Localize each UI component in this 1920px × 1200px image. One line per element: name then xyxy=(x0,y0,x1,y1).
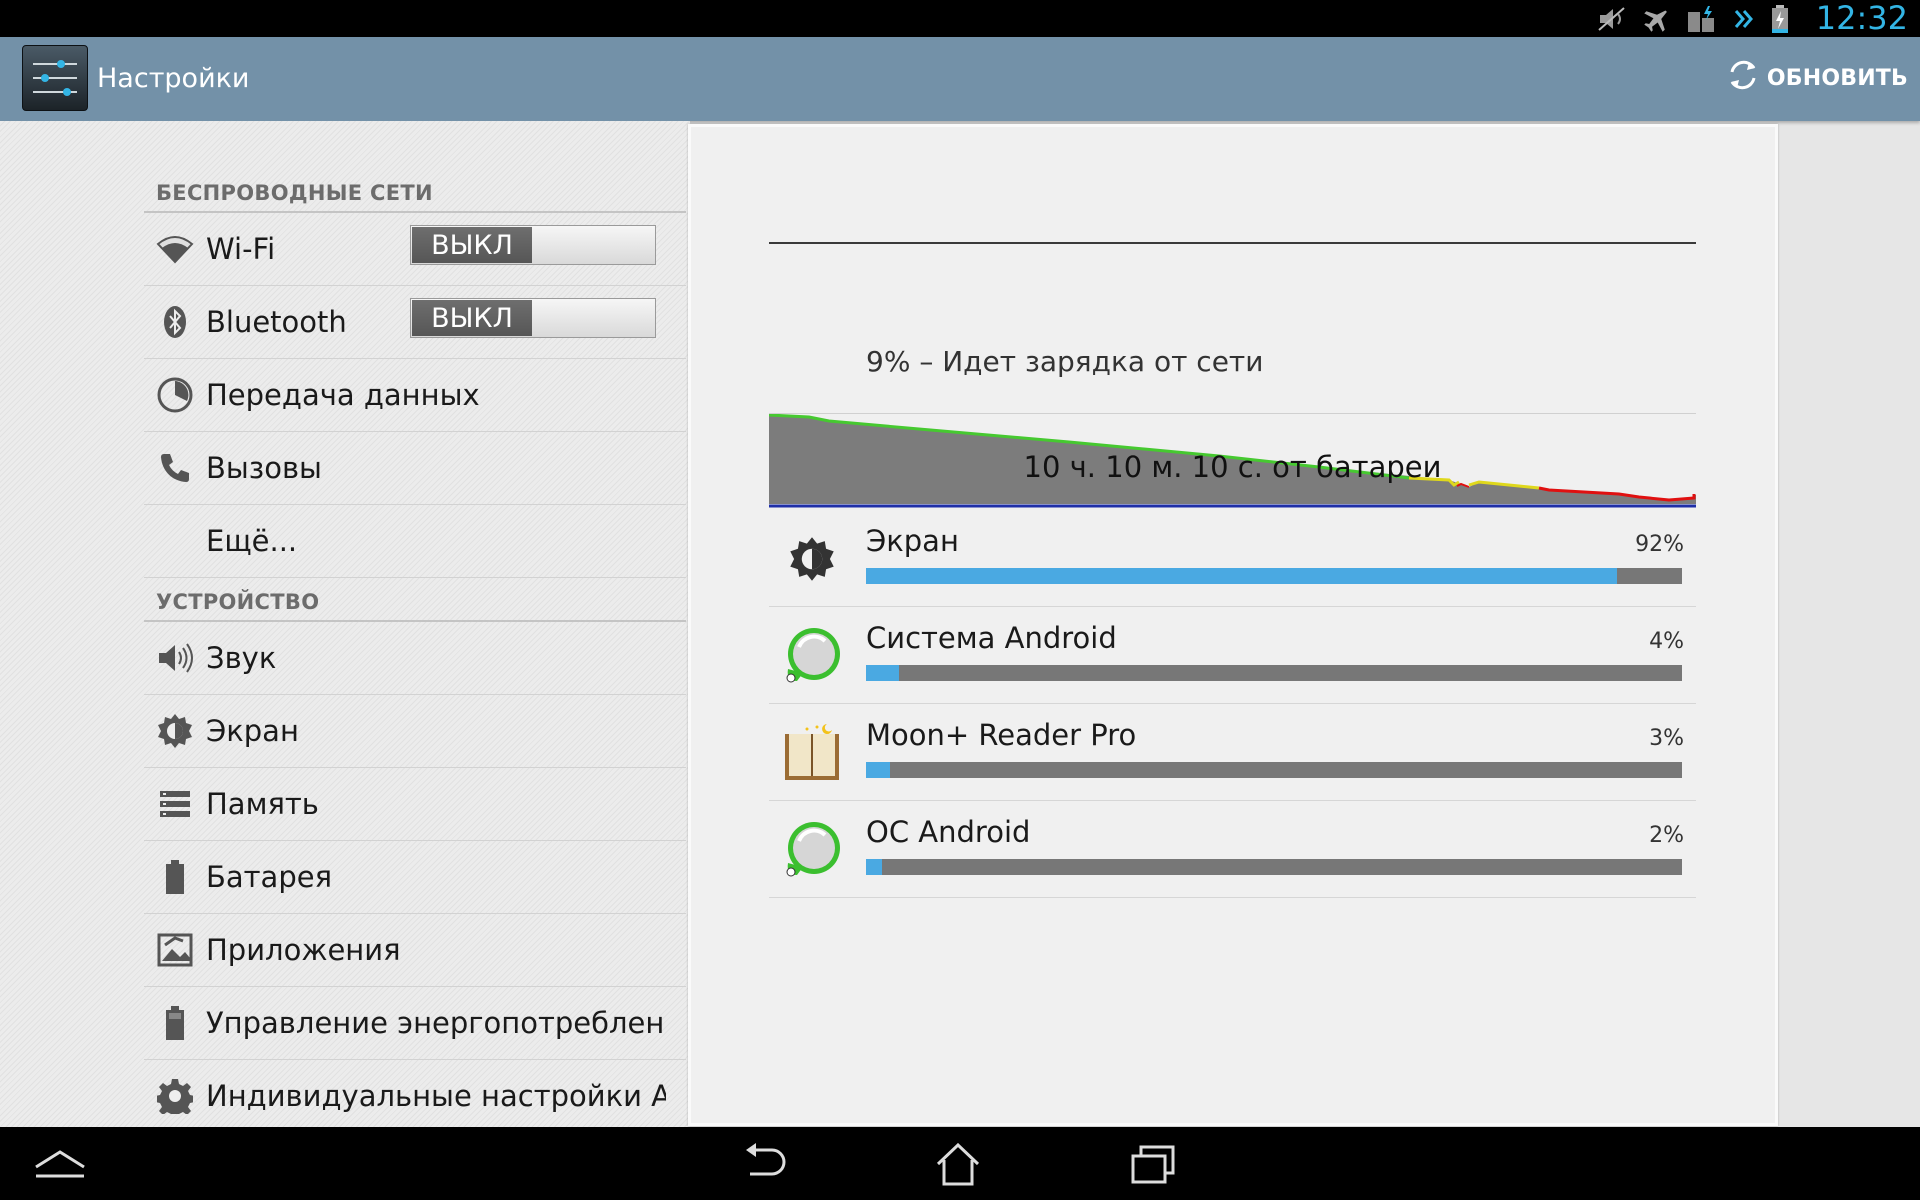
settings-item-label: Управление энергопотреблени xyxy=(206,1006,666,1040)
mute-icon xyxy=(1596,5,1628,33)
storage-icon xyxy=(144,789,206,819)
back-icon[interactable] xyxy=(725,1135,805,1193)
settings-list: БЕСПРОВОДНЫЕ СЕТИ Wi-Fi ВЫКЛ Bluetooth В… xyxy=(144,169,686,1133)
battery-summary[interactable]: 9% – Идет зарядка от сети xyxy=(866,345,1263,378)
recent-apps-icon[interactable] xyxy=(1114,1135,1194,1193)
app-title: Настройки xyxy=(97,63,250,94)
wifi-toggle[interactable]: ВЫКЛ xyxy=(410,225,656,265)
refresh-label: ОБНОВИТЬ xyxy=(1766,65,1908,91)
settings-item-data-usage[interactable]: Передача данных xyxy=(144,359,686,432)
settings-item-label: Вызовы xyxy=(206,451,322,485)
battery-icon xyxy=(144,859,206,895)
settings-item-apps[interactable]: Приложения xyxy=(144,914,686,987)
settings-item-calls[interactable]: Вызовы xyxy=(144,432,686,505)
brightness-icon xyxy=(781,528,843,590)
settings-item-sound[interactable]: Звук xyxy=(144,622,686,695)
up-chevron-icon[interactable] xyxy=(20,1135,100,1193)
usage-name: Система Android xyxy=(866,621,1117,655)
settings-item-label: Батарея xyxy=(206,860,333,894)
settings-item-storage[interactable]: Память xyxy=(144,768,686,841)
usage-percent: 4% xyxy=(1649,629,1684,654)
apps-icon xyxy=(144,933,206,967)
settings-item-label: Экран xyxy=(206,714,299,748)
settings-item-label: Звук xyxy=(206,641,277,675)
settings-item-label: Приложения xyxy=(206,933,401,967)
usage-bar xyxy=(866,665,1682,681)
book-icon xyxy=(781,722,843,784)
action-bar: Настройки ОБНОВИТЬ xyxy=(0,37,1920,121)
refresh-icon xyxy=(1725,56,1761,100)
wifi-toggle-state: ВЫКЛ xyxy=(412,227,532,263)
phone-icon xyxy=(144,451,206,485)
usage-bar-fill xyxy=(866,665,899,681)
settings-item-more[interactable]: Ещё... xyxy=(144,505,686,578)
usage-percent: 3% xyxy=(1649,726,1684,751)
android-os-icon xyxy=(781,819,843,881)
settings-item-label: Ещё... xyxy=(206,524,298,558)
bluetooth-icon xyxy=(144,305,206,339)
home-icon[interactable] xyxy=(918,1135,998,1193)
battery-saver-icon xyxy=(1686,4,1718,34)
power-management-icon xyxy=(144,1005,206,1041)
usage-row-screen[interactable]: Экран 92% xyxy=(769,510,1696,607)
settings-item-label: Память xyxy=(206,787,319,821)
settings-item-custom-settings[interactable]: Индивидуальные настройки A xyxy=(144,1060,686,1133)
bluetooth-toggle-state: ВЫКЛ xyxy=(412,300,532,336)
settings-list-pane: БЕСПРОВОДНЫЕ СЕТИ Wi-Fi ВЫКЛ Bluetooth В… xyxy=(0,121,690,1133)
data-usage-icon xyxy=(144,377,206,413)
usage-name: Moon+ Reader Pro xyxy=(866,718,1137,752)
usage-percent: 2% xyxy=(1649,823,1684,848)
status-icons xyxy=(1596,4,1790,34)
usage-row-moon-reader[interactable]: Moon+ Reader Pro 3% xyxy=(769,704,1696,801)
bluetooth-toggle[interactable]: ВЫКЛ xyxy=(410,298,656,338)
status-bar: 12:32 xyxy=(0,0,1920,37)
brightness-icon xyxy=(144,713,206,749)
settings-item-label: Передача данных xyxy=(206,378,480,412)
usage-bar-fill xyxy=(866,762,891,778)
usage-row-android-os[interactable]: ОС Android 2% xyxy=(769,801,1696,898)
refresh-button[interactable]: ОБНОВИТЬ xyxy=(1725,55,1908,101)
battery-time-label: 10 ч. 10 м. 10 с. от батареи xyxy=(1023,450,1442,484)
divider xyxy=(769,242,1696,244)
usage-bar-fill xyxy=(866,859,883,875)
usage-percent: 92% xyxy=(1635,532,1684,557)
android-system-icon xyxy=(781,625,843,687)
section-header-wireless: БЕСПРОВОДНЫЕ СЕТИ xyxy=(144,169,686,213)
battery-usage-panel: 9% – Идет зарядка от сети 10 ч. 10 м. 10… xyxy=(688,124,1778,1126)
settings-item-display[interactable]: Экран xyxy=(144,695,686,768)
wifi-icon xyxy=(144,234,206,264)
settings-sliders-icon[interactable] xyxy=(22,45,88,111)
usage-bar xyxy=(866,568,1682,584)
usage-bar-fill xyxy=(866,568,1617,584)
airplane-mode-icon xyxy=(1642,5,1672,33)
settings-item-bluetooth[interactable]: Bluetooth ВЫКЛ xyxy=(144,286,686,359)
navigation-bar xyxy=(0,1127,1920,1200)
gear-icon xyxy=(144,1078,206,1114)
battery-history-graph[interactable]: 10 ч. 10 м. 10 с. от батареи xyxy=(768,413,1696,509)
settings-item-wifi[interactable]: Wi-Fi ВЫКЛ xyxy=(144,213,686,286)
settings-item-power-management[interactable]: Управление энергопотреблени xyxy=(144,987,686,1060)
usage-name: ОС Android xyxy=(866,815,1031,849)
usage-list: Экран 92% Система Android 4% Moon+ Reade… xyxy=(769,510,1696,898)
section-header-device: УСТРОЙСТВО xyxy=(144,578,686,622)
usage-bar xyxy=(866,859,1682,875)
usage-row-android-system[interactable]: Система Android 4% xyxy=(769,607,1696,704)
speaker-icon xyxy=(144,641,206,675)
clock: 12:32 xyxy=(1815,0,1908,37)
battery-charging-icon xyxy=(1770,4,1790,34)
settings-item-battery[interactable]: Батарея xyxy=(144,841,686,914)
settings-item-label: Индивидуальные настройки A xyxy=(206,1079,666,1113)
overflow-arrows-icon xyxy=(1732,5,1756,33)
usage-bar xyxy=(866,762,1682,778)
usage-name: Экран xyxy=(866,524,959,558)
